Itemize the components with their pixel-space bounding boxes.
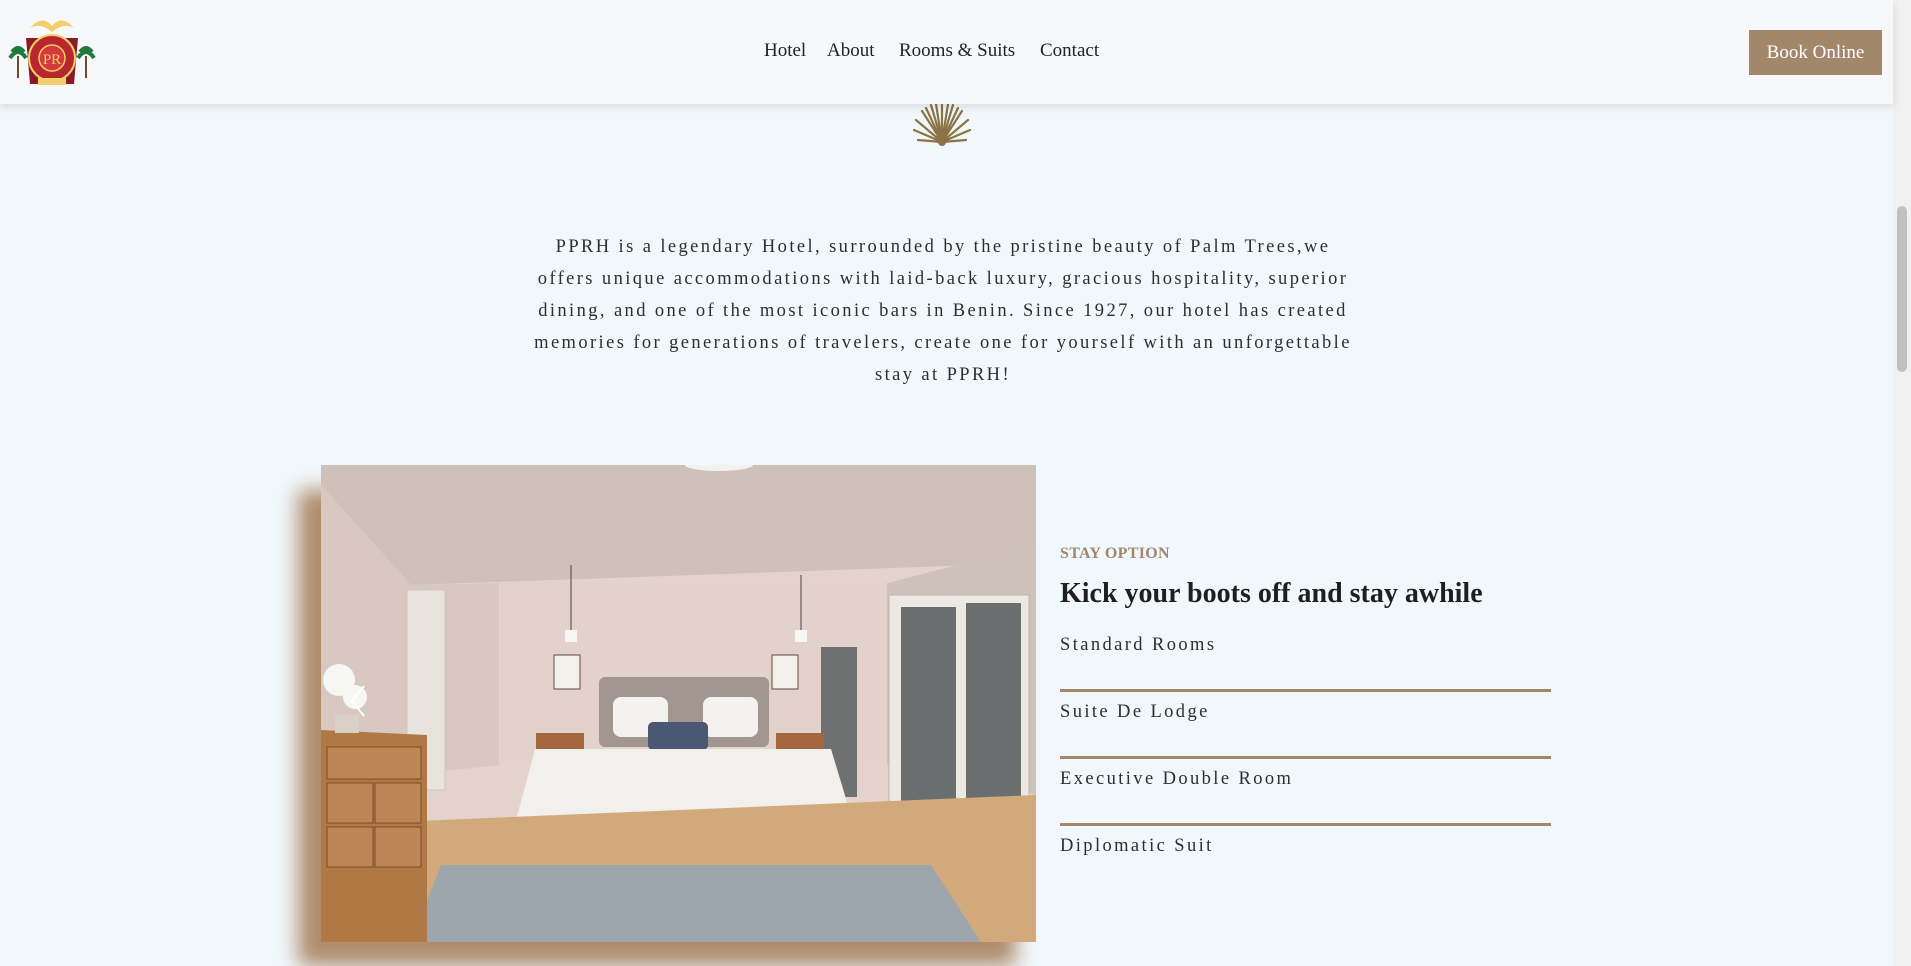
room-item-diplomatic-suit[interactable]: Diplomatic Suit — [1060, 826, 1551, 893]
room-item-suite-de-lodge[interactable]: Suite De Lodge — [1060, 692, 1551, 759]
room-item-standard-rooms[interactable]: Standard Rooms — [1060, 625, 1551, 692]
slider-prev-arrow-icon[interactable] — [348, 683, 368, 719]
nav-link-rooms-suits[interactable]: Rooms & Suits — [899, 40, 1015, 62]
main-navigation: Hotel About Rooms & Suits Contact — [0, 40, 1893, 66]
room-photo-slider[interactable] — [321, 465, 1036, 942]
room-item-label: Executive Double Room — [1060, 769, 1294, 789]
room-options-list: Standard Rooms Suite De Lodge Executive … — [1060, 625, 1551, 893]
nav-link-about[interactable]: About — [827, 40, 875, 62]
stay-heading: Kick your boots off and stay awhile — [1060, 578, 1483, 609]
palm-leaf-icon — [912, 100, 972, 148]
page-scrollbar[interactable] — [1893, 0, 1911, 966]
hotel-intro-text: PPRH is a legendary Hotel, surrounded by… — [534, 236, 1352, 385]
nav-link-contact[interactable]: Contact — [1040, 40, 1099, 62]
room-item-label: Diplomatic Suit — [1060, 836, 1214, 856]
scrollbar-thumb[interactable] — [1897, 206, 1907, 372]
room-item-executive-double-room[interactable]: Executive Double Room — [1060, 759, 1551, 826]
site-header: PR Hotel About Rooms & Suits Contact Boo… — [0, 0, 1893, 104]
nav-link-hotel[interactable]: Hotel — [764, 40, 806, 62]
stay-option-label: STAY OPTION — [1060, 545, 1170, 562]
room-item-label: Suite De Lodge — [1060, 702, 1210, 722]
book-online-button[interactable]: Book Online — [1749, 30, 1882, 75]
room-item-label: Standard Rooms — [1060, 635, 1217, 655]
